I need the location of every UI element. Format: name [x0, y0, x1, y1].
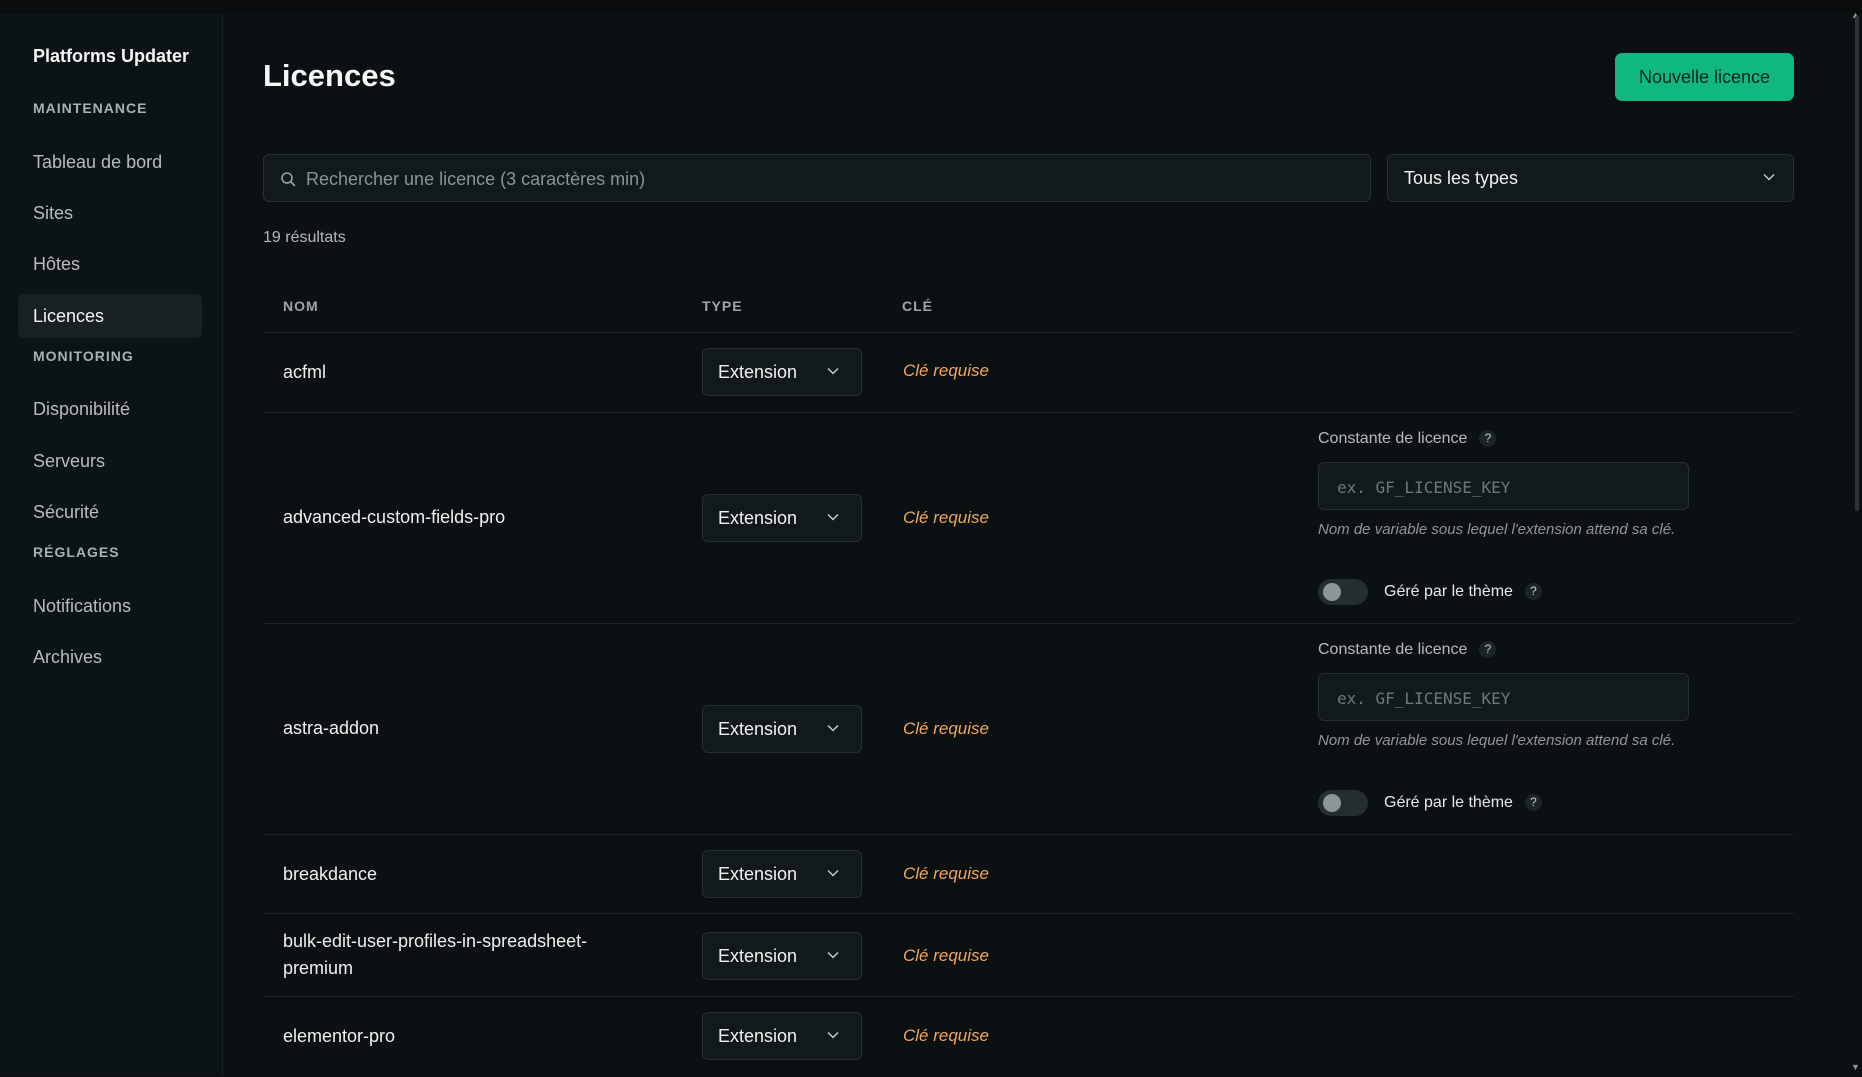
help-icon[interactable]: ?: [1524, 583, 1542, 600]
page-title: Licences: [263, 58, 396, 93]
type-select-value: Extension: [718, 362, 798, 382]
app-brand: Platforms Updater: [33, 46, 190, 66]
table-row: bulk-edit-user-profiles-in-spreadsheet-p…: [263, 914, 1794, 997]
license-constant-label-text: Constante de licence: [1318, 641, 1468, 658]
key-required-status: Clé requise: [903, 946, 989, 965]
sidebar-item-licences[interactable]: Licences: [18, 294, 202, 338]
sidebar-item-securite[interactable]: Sécurité: [18, 490, 202, 534]
type-select[interactable]: Extension: [702, 932, 862, 980]
key-required-status: Clé requise: [903, 1026, 989, 1045]
table-row: elementor-pro Extension Clé requise: [263, 997, 1794, 1077]
type-select[interactable]: Extension: [702, 705, 862, 753]
result-count: 19 résultats: [263, 229, 346, 246]
chevron-down-icon: [827, 367, 839, 375]
license-constant-hint: Nom de variable sous lequel l'extension …: [1318, 521, 1676, 538]
search-input[interactable]: [304, 155, 1358, 203]
section-title-monitoring: MONITORING: [33, 348, 134, 364]
column-header-name: NOM: [283, 298, 319, 314]
licence-name: acfml: [283, 362, 327, 382]
theme-managed-toggle[interactable]: [1318, 790, 1368, 816]
section-title-maintenance: MAINTENANCE: [33, 100, 148, 116]
vertical-scrollbar[interactable]: [1855, 16, 1859, 511]
help-icon[interactable]: ?: [1524, 794, 1542, 811]
sidebar-item-archives[interactable]: Archives: [18, 635, 202, 679]
type-select[interactable]: Extension: [702, 850, 862, 898]
table-row: breakdance Extension Clé requise: [263, 835, 1794, 914]
type-filter-select[interactable]: Tous les types: [1387, 154, 1794, 202]
license-constant-input[interactable]: [1335, 674, 1679, 722]
key-required-status: Clé requise: [903, 864, 989, 883]
licence-name: elementor-pro: [283, 1026, 396, 1046]
license-constant-label-text: Constante de licence: [1318, 430, 1468, 447]
sidebar: Platforms Updater MAINTENANCE Tableau de…: [0, 14, 223, 1076]
theme-managed-label: Géré par le thème?: [1384, 583, 1542, 601]
license-constant-label: Constante de licence?: [1318, 430, 1497, 448]
theme-managed-toggle[interactable]: [1318, 579, 1368, 605]
type-select[interactable]: Extension: [702, 494, 862, 542]
sidebar-item-label: Notifications: [33, 596, 132, 616]
licence-name: advanced-custom-fields-pro: [283, 507, 506, 527]
chevron-down-icon: [827, 724, 839, 732]
table-row: advanced-custom-fields-pro Extension Clé…: [263, 413, 1794, 624]
type-select[interactable]: Extension: [702, 1012, 862, 1060]
license-constant-label: Constante de licence?: [1318, 641, 1497, 659]
sidebar-item-serveurs[interactable]: Serveurs: [18, 439, 202, 483]
type-select-value: Extension: [718, 719, 798, 739]
table-row: astra-addon Extension Clé requise Consta…: [263, 624, 1794, 835]
sidebar-item-label: Sécurité: [33, 502, 100, 522]
theme-managed-label: Géré par le thème?: [1384, 794, 1542, 812]
table-row: acfml Extension Clé requise: [263, 333, 1794, 413]
toggle-knob: [1323, 794, 1341, 812]
license-constant-input[interactable]: [1335, 463, 1679, 511]
type-select-value: Extension: [718, 508, 798, 528]
search-icon: [281, 172, 296, 187]
sidebar-item-disponibilite[interactable]: Disponibilité: [18, 387, 202, 431]
chevron-down-icon: [827, 513, 839, 521]
help-icon[interactable]: ?: [1479, 641, 1497, 658]
licence-name: breakdance: [283, 864, 378, 884]
sidebar-item-label: Disponibilité: [33, 399, 131, 419]
sidebar-item-label: Serveurs: [33, 451, 106, 471]
main-content: Licences Nouvelle licence Tous les types…: [263, 0, 1794, 1077]
theme-managed-label-text: Géré par le thème: [1384, 794, 1513, 811]
chevron-down-icon: [827, 1031, 839, 1039]
sidebar-item-label: Archives: [33, 647, 103, 667]
scroll-down-icon[interactable]: ▼: [1851, 1062, 1860, 1072]
section-title-reglages: RÉGLAGES: [33, 544, 120, 560]
license-constant-hint: Nom de variable sous lequel l'extension …: [1318, 732, 1676, 749]
license-constant-field[interactable]: [1318, 673, 1689, 722]
column-header-key: CLÉ: [902, 298, 933, 314]
sidebar-item-label: Sites: [33, 203, 74, 223]
type-select[interactable]: Extension: [702, 348, 862, 396]
type-select-value: Extension: [718, 864, 798, 884]
chevron-down-icon: [827, 869, 839, 877]
column-header-type: TYPE: [702, 298, 743, 314]
help-icon[interactable]: ?: [1479, 430, 1497, 447]
sidebar-item-tableau-de-bord[interactable]: Tableau de bord: [18, 140, 202, 184]
sidebar-item-label: Hôtes: [33, 254, 81, 274]
toggle-knob: [1323, 583, 1341, 601]
type-filter-value: Tous les types: [1404, 168, 1519, 188]
key-required-status: Clé requise: [903, 508, 989, 527]
theme-managed-label-text: Géré par le thème: [1384, 583, 1513, 600]
sidebar-item-sites[interactable]: Sites: [18, 191, 202, 235]
type-select-value: Extension: [718, 1026, 798, 1046]
sidebar-item-label: Tableau de bord: [33, 152, 163, 172]
license-constant-field[interactable]: [1318, 462, 1689, 511]
key-required-status: Clé requise: [903, 361, 989, 380]
sidebar-item-notifications[interactable]: Notifications: [18, 584, 202, 628]
key-required-status: Clé requise: [903, 719, 989, 738]
licence-name: bulk-edit-user-profiles-in-spreadsheet-p…: [283, 931, 588, 978]
sidebar-item-label: Licences: [33, 306, 105, 326]
licence-name: astra-addon: [283, 718, 380, 738]
chevron-down-icon: [827, 951, 839, 959]
chevron-down-icon: [1763, 173, 1775, 181]
search-field[interactable]: [263, 154, 1371, 203]
new-licence-button[interactable]: Nouvelle licence: [1615, 53, 1794, 101]
sidebar-item-hotes[interactable]: Hôtes: [18, 242, 202, 286]
type-select-value: Extension: [718, 946, 798, 966]
